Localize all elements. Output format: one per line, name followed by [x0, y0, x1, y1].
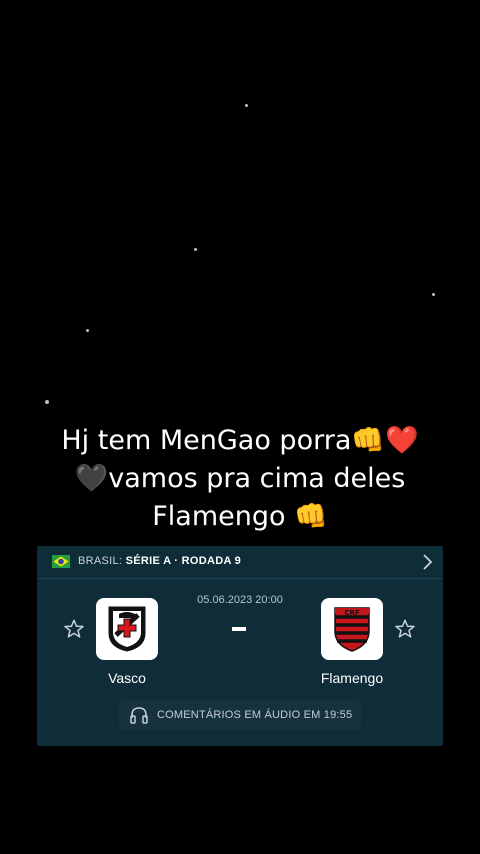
away-team-name[interactable]: Flamengo — [297, 670, 407, 686]
home-team-logo[interactable] — [96, 598, 158, 660]
competition-country: BRASIL: — [78, 555, 123, 567]
competition-label: BRASIL: SÉRIE A · RODADA 9 — [78, 555, 241, 567]
competition-header[interactable]: BRASIL: SÉRIE A · RODADA 9 — [37, 546, 443, 579]
audio-commentary-label: COMENTÁRIOS EM ÁUDIO EM 19:55 — [157, 709, 353, 721]
away-team-logo[interactable]: CRF — [321, 598, 383, 660]
headphones-icon — [130, 707, 148, 724]
svg-text:CRF: CRF — [344, 609, 360, 617]
audio-commentary-button[interactable]: COMENTÁRIOS EM ÁUDIO EM 19:55 — [119, 700, 361, 730]
caption-line-1: Hj tem MenGao porra👊❤️ — [61, 425, 419, 456]
story-caption: Hj tem MenGao porra👊❤️ 🖤vamos pra cima d… — [0, 422, 480, 536]
sparkle — [86, 329, 89, 332]
vasco-crest-icon — [108, 606, 146, 652]
score-separator — [232, 627, 246, 631]
sparkle — [194, 248, 197, 251]
sparkle — [245, 104, 248, 107]
sparkle — [45, 400, 49, 404]
match-card[interactable]: BRASIL: SÉRIE A · RODADA 9 Vasco 05.06.2… — [37, 546, 443, 746]
brazil-flag-icon — [52, 555, 70, 568]
caption-line-3: Flamengo 👊 — [152, 501, 328, 532]
sparkle — [432, 293, 435, 296]
favorite-star-icon-away[interactable] — [394, 618, 416, 640]
caption-line-2: 🖤vamos pra cima deles — [74, 463, 406, 494]
competition-round: SÉRIE A · RODADA 9 — [125, 555, 242, 567]
favorite-star-icon-home[interactable] — [63, 618, 85, 640]
chevron-right-icon[interactable] — [421, 553, 433, 571]
flamengo-crest-icon: CRF — [334, 607, 370, 652]
home-team-name[interactable]: Vasco — [72, 670, 182, 686]
